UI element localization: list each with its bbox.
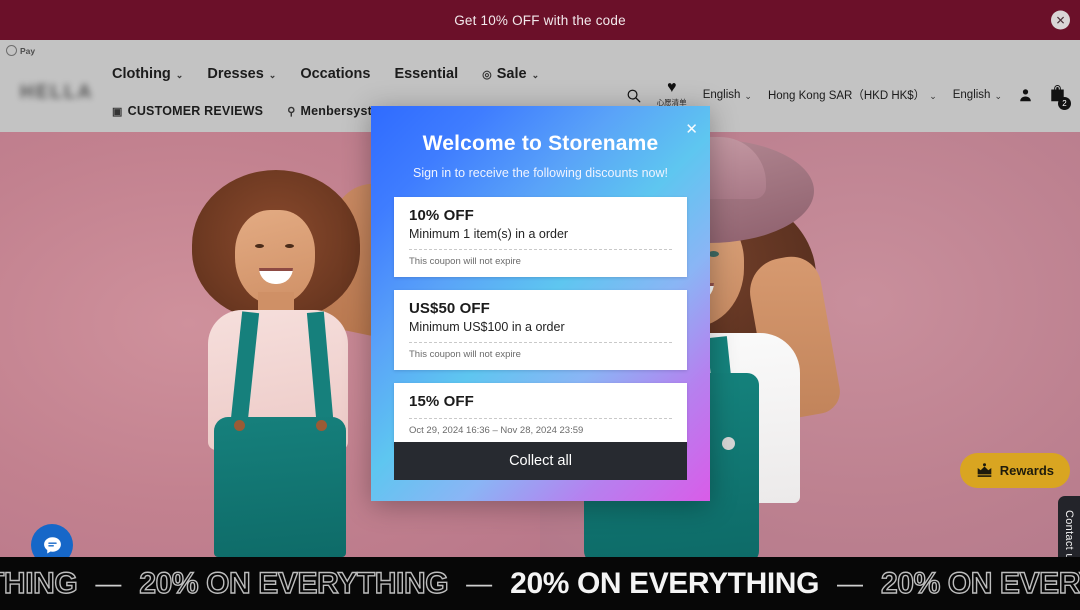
coupon-divider <box>409 418 672 419</box>
coupon-validity: This coupon will not expire <box>409 349 521 360</box>
language-selector-value: English <box>702 89 741 101</box>
region-currency-selector[interactable]: Hong Kong SAR（HKD HK$） ⌄ <box>768 87 937 103</box>
cart-count-badge: 2 <box>1058 96 1071 110</box>
header-actions: ♥ 心愿清单 English ⌄ Hong Kong SAR（HKD HK$） … <box>626 79 1071 110</box>
nav-item-label: Occations <box>300 66 371 82</box>
chevron-down-icon: ⌄ <box>994 90 1002 101</box>
marquee-track: THING — 20% ON EVERYTHING — 20% ON EVERY… <box>0 566 1080 601</box>
nav-item-label: Clothing <box>112 66 171 82</box>
rewards-button[interactable]: Rewards <box>959 453 1070 488</box>
marquee-separator: — <box>837 568 864 598</box>
coupon-validity: Oct 29, 2024 16:36 – Nov 28, 2024 23:59 <box>409 425 584 436</box>
pay-badge-label: Pay <box>20 45 36 56</box>
chevron-down-icon: ⌄ <box>929 90 937 101</box>
announcement-text: Get 10% OFF with the code <box>454 12 626 28</box>
nav-item-essential[interactable]: Essential <box>394 66 458 82</box>
nav-item-label: Essential <box>394 66 459 82</box>
chat-bubble-icon <box>43 536 61 553</box>
coupon-card[interactable]: 15% OFF Oct 29, 2024 16:36 – Nov 28, 202… <box>394 383 687 446</box>
coupon-description: Minimum 1 item(s) in a order <box>409 227 569 241</box>
account-button[interactable] <box>1018 87 1033 103</box>
marquee-item: 20% ON EVERYTHING <box>510 566 820 600</box>
secondary-nav: ▣ CUSTOMER REVIEWS ⚲ Menbersystem <box>112 104 390 118</box>
coupon-title: 10% OFF <box>409 207 474 224</box>
coupon-list: 10% OFF Minimum 1 item(s) in a order Thi… <box>371 197 710 446</box>
cart-button[interactable]: 2 <box>1049 84 1071 110</box>
search-icon <box>627 89 641 102</box>
pay-badge: Pay <box>6 45 35 56</box>
page-root: Get 10% OFF with the code ✕ Pay HELLA Cl… <box>0 0 1080 610</box>
modal-subtitle: Sign in to receive the following discoun… <box>412 166 668 180</box>
coupon-title: 15% OFF <box>409 393 474 410</box>
nav-item-label: Sale <box>496 66 527 82</box>
coupon-title: US$50 OFF <box>409 300 490 317</box>
nav-item-sale[interactable]: ◎ Sale ⌄ <box>482 66 539 82</box>
heart-icon: ♥ <box>666 79 677 96</box>
welcome-discount-modal: ✕ Welcome to Storename Sign in to receiv… <box>371 106 710 501</box>
region-selector-value: Hong Kong SAR（HKD HK$） <box>767 90 926 102</box>
language-selector[interactable]: English ⌄ <box>703 89 752 101</box>
announcement-bar: Get 10% OFF with the code ✕ <box>0 0 1080 40</box>
marquee-item: 20% ON EVERYTHING <box>139 566 450 600</box>
marquee-separator: — <box>95 568 122 598</box>
person-icon: ⚲ <box>287 105 296 118</box>
chevron-down-icon: ⌄ <box>268 69 277 80</box>
primary-nav: Clothing ⌄ Dresses ⌄ Occations Essential… <box>112 66 539 82</box>
marquee-item: 20% ON EVERYTHIN <box>880 566 1080 600</box>
nav-item-customer-reviews[interactable]: ▣ CUSTOMER REVIEWS <box>112 104 263 118</box>
pay-ring-icon <box>6 45 17 56</box>
nav-item-label: Dresses <box>207 66 264 82</box>
coupon-divider <box>409 249 672 250</box>
search-button[interactable] <box>626 88 641 103</box>
tag-icon: ◎ <box>482 68 492 81</box>
crown-icon <box>977 463 992 477</box>
announcement-close-icon[interactable]: ✕ <box>1051 10 1070 30</box>
wishlist-button[interactable]: ♥ 心愿清单 <box>657 79 687 108</box>
modal-title: Welcome to Storename <box>422 132 659 155</box>
language-selector-2-value: English <box>952 89 991 101</box>
coupon-card[interactable]: US$50 OFF Minimum US$100 in a order This… <box>394 290 687 370</box>
chevron-down-icon: ⌄ <box>744 90 752 101</box>
nav-item-occations[interactable]: Occations <box>300 66 370 82</box>
language-selector-2[interactable]: English ⌄ <box>953 89 1002 101</box>
nav-item-label: CUSTOMER REVIEWS <box>127 104 264 118</box>
collect-all-button[interactable]: Collect all <box>394 442 687 480</box>
review-icon: ▣ <box>112 105 123 118</box>
marquee-item: THING <box>0 566 78 600</box>
chevron-down-icon: ⌄ <box>175 69 184 80</box>
modal-close-icon[interactable]: ✕ <box>685 122 698 137</box>
marquee-separator: — <box>466 568 493 598</box>
coupon-card[interactable]: 10% OFF Minimum 1 item(s) in a order Thi… <box>394 197 687 277</box>
site-logo[interactable]: HELLA <box>20 82 104 108</box>
rewards-label: Rewards <box>999 463 1054 478</box>
person-icon <box>1020 89 1031 102</box>
nav-item-dresses[interactable]: Dresses ⌄ <box>207 66 276 82</box>
coupon-description: Minimum US$100 in a order <box>409 320 565 334</box>
nav-item-clothing[interactable]: Clothing ⌄ <box>112 66 183 82</box>
promo-marquee: THING — 20% ON EVERYTHING — 20% ON EVERY… <box>0 557 1080 610</box>
coupon-divider <box>409 342 672 343</box>
coupon-validity: This coupon will not expire <box>409 256 521 267</box>
chevron-down-icon: ⌄ <box>531 69 540 80</box>
